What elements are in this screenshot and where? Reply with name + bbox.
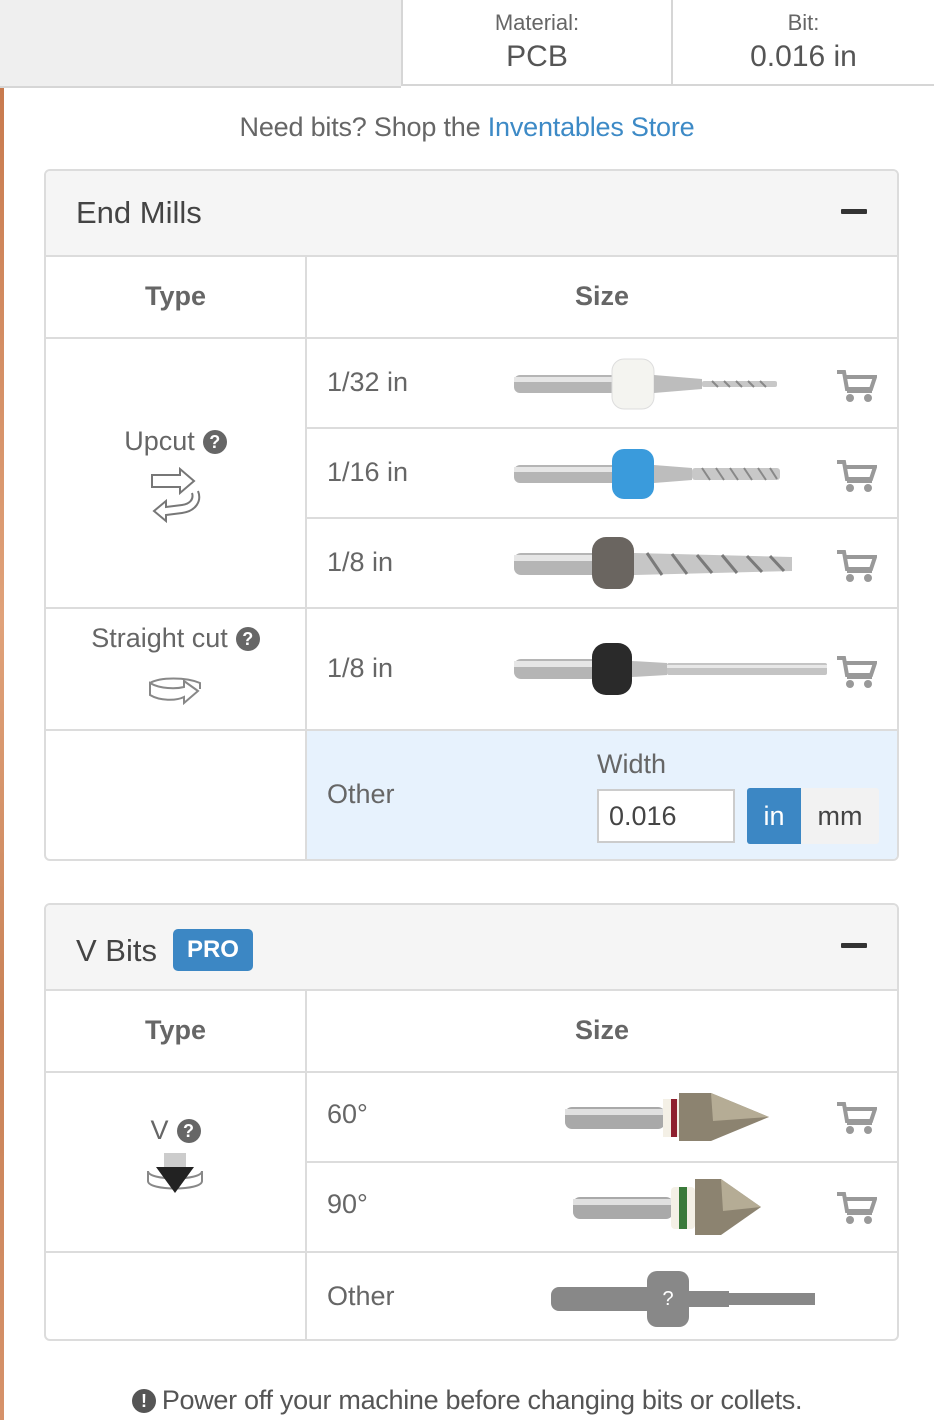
bit-image-upcut-1-32	[512, 353, 782, 413]
end-mills-header[interactable]: End Mills	[46, 171, 897, 257]
size-label: 1/16 in	[327, 457, 409, 487]
size-column-header: Size	[574, 1015, 630, 1045]
size-label: 1/8 in	[327, 547, 394, 577]
material-label: Material:	[494, 10, 580, 35]
bit-row-upcut-1-16[interactable]: 1/16 in	[307, 429, 897, 519]
bit-row-upcut-1-32[interactable]: 1/32 in	[307, 339, 897, 429]
cart-icon[interactable]	[837, 655, 877, 689]
v-label: V	[150, 1115, 169, 1145]
unknown-bit-image: ?	[549, 1269, 819, 1329]
end-mills-panel: End Mills Type Size Upcut? 1/32 in 1/16 …	[44, 169, 899, 861]
size-label: 1/32 in	[327, 367, 409, 397]
straight-rotation-icon	[146, 673, 204, 705]
straight-help-icon[interactable]: ?	[235, 627, 260, 651]
v-bits-collapse-icon[interactable]	[841, 943, 867, 948]
v-bits-column-headers: Type Size	[46, 989, 897, 1073]
width-input[interactable]: 0.016	[597, 789, 735, 843]
shop-prompt: Need bits? Shop the Inventables Store	[0, 112, 934, 143]
v-type-cell-bottom	[46, 1163, 305, 1253]
upcut-type-label: Upcut?	[46, 426, 305, 457]
v-bits-title-wrap: V Bits PRO	[76, 929, 253, 971]
bit-row-v-other[interactable]: Other ?	[46, 1253, 897, 1339]
cart-icon[interactable]	[837, 549, 877, 583]
upcut-type-cell-bottom	[46, 519, 305, 609]
material-value: PCB	[506, 40, 568, 73]
v-help-icon[interactable]: ?	[176, 1119, 201, 1143]
material-edge-strip	[0, 86, 4, 1420]
bit-row-upcut-1-8[interactable]: 1/8 in	[307, 519, 897, 609]
bit-row-straight-1-8[interactable]: Straight cut? 1/8 in	[46, 609, 897, 731]
inventables-store-link[interactable]: Inventables Store	[488, 112, 695, 142]
upcut-help-icon[interactable]: ?	[202, 430, 227, 454]
bit-label: Bit:	[787, 10, 820, 35]
other-label: Other	[327, 1281, 395, 1311]
notice-text: Power off your machine before changing b…	[161, 1385, 803, 1415]
type-column-header: Type	[144, 1015, 206, 1045]
cart-icon[interactable]	[837, 1191, 877, 1225]
cart-icon[interactable]	[837, 459, 877, 493]
other-label: Other	[327, 779, 395, 809]
end-mills-column-headers: Type Size	[46, 255, 897, 339]
other-bit-cell[interactable]: Other Width 0.016 in mm	[307, 731, 897, 859]
cart-icon[interactable]	[837, 369, 877, 403]
material-summary[interactable]: Material: PCB	[401, 0, 671, 86]
v-bits-panel: V Bits PRO Type Size V? 60° 90° Other ?	[44, 903, 899, 1341]
end-mills-title: End Mills	[76, 195, 202, 230]
straight-type-label: Straight cut?	[46, 623, 305, 654]
pro-badge: PRO	[172, 929, 253, 971]
v-bits-title: V Bits	[76, 933, 157, 968]
v-bits-header[interactable]: V Bits PRO	[46, 905, 897, 991]
bit-image-v-60	[563, 1085, 773, 1149]
bit-image-upcut-1-8	[512, 533, 792, 593]
size-label: 90°	[327, 1189, 368, 1219]
shop-prompt-text: Need bits? Shop the	[239, 112, 481, 142]
bit-image-straight-1-8	[512, 639, 832, 699]
unknown-mark: ?	[662, 1288, 673, 1310]
bit-summary[interactable]: Bit: 0.016 in	[671, 0, 934, 86]
bit-image-v-90	[571, 1173, 771, 1239]
bit-row-v-60[interactable]: 60°	[307, 1073, 897, 1163]
straight-label: Straight cut	[91, 623, 228, 653]
v-type-label: V?	[46, 1115, 305, 1146]
unit-in-button[interactable]: in	[747, 788, 801, 844]
end-mills-collapse-icon[interactable]	[841, 209, 867, 214]
bit-row-v-90[interactable]: 90°	[307, 1163, 897, 1253]
bit-value: 0.016 in	[750, 40, 857, 73]
bit-row-other[interactable]: Other Width 0.016 in mm	[46, 731, 897, 859]
alert-icon: !	[131, 1389, 156, 1413]
bit-image-upcut-1-16	[512, 443, 782, 503]
cart-icon[interactable]	[837, 1101, 877, 1135]
size-label: 60°	[327, 1099, 368, 1129]
power-off-notice: ! Power off your machine before changing …	[0, 1385, 934, 1416]
type-column-header: Type	[144, 281, 206, 311]
width-label: Width	[597, 749, 667, 779]
size-label: 1/8 in	[327, 653, 394, 683]
header-spacer	[0, 0, 401, 88]
size-column-header: Size	[574, 281, 630, 311]
unit-mm-button[interactable]: mm	[801, 788, 879, 844]
upcut-label: Upcut	[124, 426, 195, 456]
upcut-rotation-icon	[146, 467, 204, 523]
